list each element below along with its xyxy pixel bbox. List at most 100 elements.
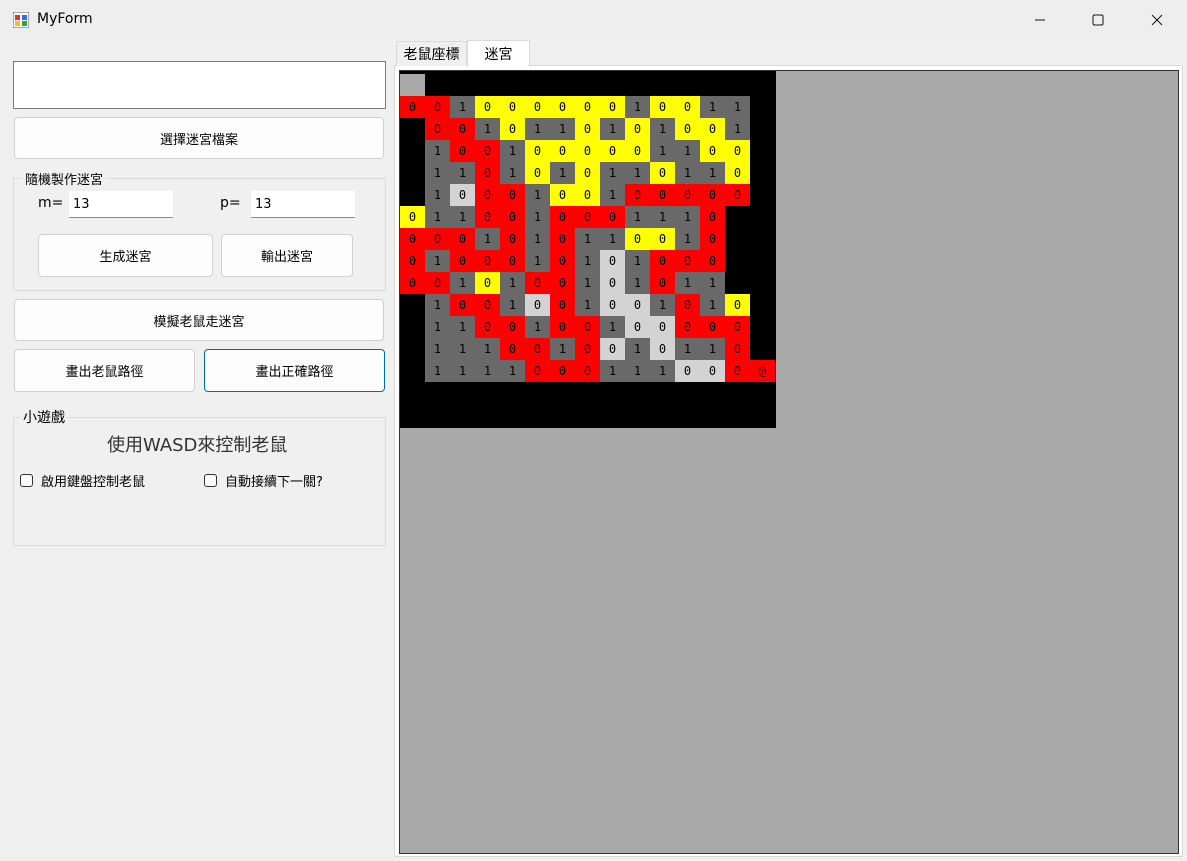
maze-cell [725, 228, 750, 250]
maze-cell: 0 [400, 96, 425, 118]
maze-cell: 1 [700, 272, 725, 294]
maze-cell: 0 [425, 118, 450, 140]
maze-cell: 0 [600, 338, 625, 360]
maze-cell: 0 [725, 140, 750, 162]
generate-maze-button[interactable]: 生成迷宮 [38, 234, 213, 277]
maze-cell: 0 [625, 228, 650, 250]
maze-cell: 0 [700, 206, 725, 228]
maze-cell: 1 [450, 360, 475, 382]
maze-cell: 1 [425, 184, 450, 206]
maze-cell: 1 [525, 228, 550, 250]
draw-correct-path-button[interactable]: 畫出正確路徑 [204, 349, 385, 392]
maze-cell: 0 [475, 294, 500, 316]
maze-cell [750, 338, 775, 360]
maze-cell: 0 [675, 250, 700, 272]
maze-cell: 1 [425, 294, 450, 316]
maze-cell: 0 [600, 96, 625, 118]
maze-cell [500, 382, 525, 404]
maze-cell: 0 [450, 228, 475, 250]
maze-cell [475, 382, 500, 404]
maze-cell: 0 [725, 184, 750, 206]
maze-cell: 0 [600, 294, 625, 316]
maze-cell: 1 [475, 228, 500, 250]
maze-cell: 1 [500, 272, 525, 294]
maze-cell: 1 [625, 272, 650, 294]
maze-cell: 1 [450, 272, 475, 294]
file-path-textbox[interactable] [13, 61, 386, 109]
maze-cell: 0 [575, 162, 600, 184]
minimize-button[interactable] [1011, 0, 1069, 40]
maze-cell [400, 184, 425, 206]
maze-cell [625, 74, 650, 96]
maze-cell: 1 [450, 96, 475, 118]
maze-cell: 1 [700, 162, 725, 184]
maze-cell: 0 [575, 140, 600, 162]
maze-cell: 0 [425, 96, 450, 118]
random-maze-group-title: 隨機製作迷宮 [22, 169, 107, 188]
maze-cell: 1 [700, 294, 725, 316]
maze-cell [625, 382, 650, 404]
maze-cell: 1 [650, 360, 675, 382]
maze-cell: 0 [500, 96, 525, 118]
maze-cell: 1 [550, 338, 575, 360]
maze-cell: 1 [450, 316, 475, 338]
window-title: MyForm [37, 11, 93, 27]
maze-cell: 0 [500, 228, 525, 250]
simulate-mouse-button[interactable]: 模擬老鼠走迷宮 [14, 299, 384, 341]
maze-cell [700, 382, 725, 404]
maze-cell: 1 [675, 338, 700, 360]
select-maze-file-button[interactable]: 選擇迷宮檔案 [14, 117, 384, 159]
maze-cell: 1 [700, 338, 725, 360]
maze-cell: 1 [725, 96, 750, 118]
maze-cell: 1 [675, 206, 700, 228]
enable-keyboard-checkbox[interactable] [20, 474, 33, 487]
maze-cell: 0 [525, 338, 550, 360]
maze-cell [500, 74, 525, 96]
export-maze-button[interactable]: 輸出迷宮 [221, 234, 353, 277]
maze-cell: 0 [400, 250, 425, 272]
maze-cell [675, 74, 700, 96]
m-input[interactable] [69, 191, 173, 218]
p-input[interactable] [251, 191, 355, 218]
maze-cell: 0 [475, 184, 500, 206]
tab-mouse-coordinates[interactable]: 老鼠座標 [396, 41, 467, 66]
enable-keyboard-label: 啟用鍵盤控制老鼠 [41, 475, 146, 490]
tab-maze[interactable]: 迷宮 [467, 40, 530, 67]
maze-cell: 1 [650, 294, 675, 316]
maze-cell: 0 [550, 316, 575, 338]
maze-cell: 1 [625, 206, 650, 228]
maze-cell: 0 [650, 250, 675, 272]
maze-cell: 0 [475, 140, 500, 162]
draw-mouse-path-button[interactable]: 畫出老鼠路徑 [14, 349, 195, 392]
maze-cell: 0 [700, 184, 725, 206]
maze-cell: 0 [700, 360, 725, 382]
maximize-button[interactable] [1069, 0, 1127, 40]
maze-cell [750, 162, 775, 184]
maze-cell: 1 [625, 360, 650, 382]
auto-next-level-checkbox[interactable] [204, 474, 217, 487]
maze-cell: 0 [600, 140, 625, 162]
maze-cell: 1 [650, 140, 675, 162]
maze-cell [750, 140, 775, 162]
maze-cell: 1 [600, 184, 625, 206]
maze-cell: 0 [475, 162, 500, 184]
maze-cell [400, 338, 425, 360]
maze-cell [750, 294, 775, 316]
mini-game-group-title: 小遊戲 [20, 407, 68, 427]
maze-cell: 0 [400, 272, 425, 294]
maze-cell: 0 [600, 272, 625, 294]
maze-cell [750, 118, 775, 140]
maze-cell: 1 [425, 338, 450, 360]
maze-cell: 0 [675, 118, 700, 140]
maze-cell: 0 [575, 338, 600, 360]
maze-cell: 0 [550, 250, 575, 272]
maze-cell [725, 74, 750, 96]
maze-cell: 0 [475, 316, 500, 338]
close-button[interactable] [1128, 0, 1186, 40]
maze-cell [750, 74, 775, 96]
maze-cell: 1 [525, 118, 550, 140]
maze-cell: 0 [650, 338, 675, 360]
maze-cell: 1 [625, 338, 650, 360]
maze-cell [400, 118, 425, 140]
maze-cell [700, 74, 725, 96]
